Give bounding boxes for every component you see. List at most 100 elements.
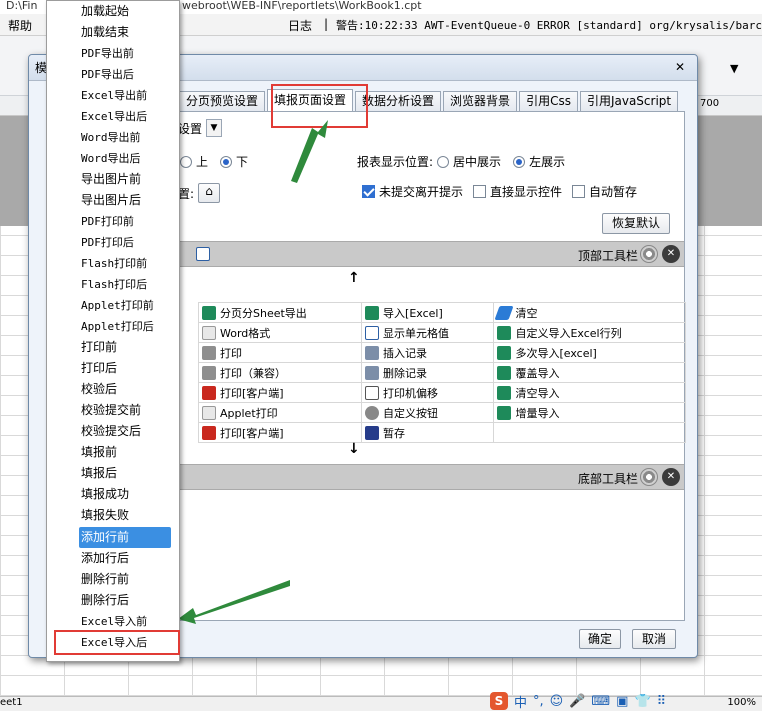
list-item[interactable]: 加载起始	[81, 1, 171, 22]
remove-icon[interactable]: ✕	[662, 468, 680, 486]
radio-center[interactable]	[437, 155, 450, 168]
ime-toolbar[interactable]: S 中 °, ☺ 🎤 ⌨ ▣ 👕 ⠿	[490, 691, 666, 711]
arrow-down-icon[interactable]: ↓	[348, 441, 360, 457]
excel-icon	[202, 305, 216, 320]
radio-bottom[interactable]	[220, 155, 233, 168]
grid-cell[interactable]: 导入[Excel]	[361, 302, 495, 323]
bottom-toolbar-label: 底部工具栏	[577, 472, 638, 486]
list-item[interactable]: Flash打印后	[81, 274, 171, 295]
grid-cell[interactable]: 自定义按钮	[361, 402, 495, 423]
icon-position-label: 置:	[178, 186, 195, 201]
grid-cell[interactable]: Applet打印	[197, 402, 363, 423]
list-item[interactable]: 校验提交前	[81, 400, 171, 421]
grid-cell[interactable]: 覆盖导入	[493, 362, 686, 383]
list-item[interactable]: 校验提交后	[81, 421, 171, 442]
grid-cell[interactable]: Word格式	[197, 322, 363, 343]
ime-emoji-icon[interactable]: ☺	[550, 694, 564, 709]
close-icon[interactable]: ✕	[671, 59, 689, 75]
grid-cell[interactable]: 多次导入[excel]	[493, 342, 686, 363]
tab-css[interactable]: 引用Css	[519, 91, 578, 112]
list-item[interactable]: 删除行后	[81, 590, 171, 611]
list-item[interactable]: PDF打印后	[81, 232, 171, 253]
remove-icon[interactable]: ✕	[662, 245, 680, 263]
list-item[interactable]: PDF导出后	[81, 64, 171, 85]
ime-skin-icon[interactable]: 👕	[634, 694, 650, 709]
grid-cell[interactable]: 显示单元格值	[361, 322, 495, 343]
ime-toolbox-icon[interactable]: ▣	[616, 694, 628, 709]
radio-left[interactable]	[513, 155, 526, 168]
grid-cell[interactable]: 增量导入	[493, 402, 686, 423]
list-item[interactable]: 填报后	[81, 463, 171, 484]
list-item[interactable]: 导出图片后	[81, 190, 171, 211]
list-item[interactable]: 填报前	[81, 442, 171, 463]
setting-dropdown[interactable]: 设置 ▼	[178, 119, 223, 137]
toolbar-edit-icon[interactable]	[196, 247, 210, 261]
grid-cell[interactable]: 清空	[493, 302, 686, 323]
cancel-button[interactable]: 取消	[632, 629, 676, 649]
restore-default-button[interactable]: 恢复默认	[602, 213, 670, 234]
list-item[interactable]: 校验后	[81, 379, 171, 400]
list-item[interactable]: 填报失败	[81, 505, 171, 526]
radio-bottom-label: 下	[236, 155, 249, 169]
list-item[interactable]: PDF打印前	[81, 211, 171, 232]
gear-icon[interactable]	[640, 468, 658, 486]
menu-log[interactable]: 日志	[288, 17, 312, 34]
list-item[interactable]: 导出图片前	[81, 169, 171, 190]
list-item[interactable]: Applet打印后	[81, 316, 171, 337]
grid-cell[interactable]: 打印（兼容）	[197, 362, 363, 383]
ime-menu-icon[interactable]: ⠿	[657, 694, 667, 709]
grid-cell[interactable]: 自定义导入Excel行列	[493, 322, 686, 343]
chevron-down-icon[interactable]: ▼	[206, 119, 223, 137]
list-item[interactable]: Applet打印前	[81, 295, 171, 316]
bottom-toolbar-strip[interactable]: 底部工具栏 ✕	[178, 464, 684, 490]
grid-cell[interactable]: 分页分Sheet导出	[197, 302, 363, 323]
grid-cell[interactable]: 清空导入	[493, 382, 686, 403]
arrow-up-icon[interactable]: ↑	[348, 270, 360, 286]
check-unsubmitted[interactable]	[362, 185, 375, 198]
tab-browser-background[interactable]: 浏览器背景	[443, 91, 518, 112]
grid-cell[interactable]: 打印	[197, 342, 363, 363]
list-item[interactable]: 打印后	[81, 358, 171, 379]
option-checkboxes: 未提交离开提示 直接显示控件 自动暂存	[362, 183, 637, 200]
list-item[interactable]: Flash打印前	[81, 253, 171, 274]
list-item-highlighted[interactable]: Excel导入后	[54, 630, 180, 655]
tab-page-preview[interactable]: 分页预览设置	[179, 91, 266, 112]
zoom-level[interactable]: 100%	[727, 697, 756, 708]
list-item[interactable]: Word导出后	[81, 148, 171, 169]
grid-cell[interactable]: 暂存	[361, 422, 495, 443]
grid-cell[interactable]: 打印[客户端]	[197, 382, 363, 403]
list-item-selected[interactable]: 添加行前	[79, 527, 171, 548]
grid-cell[interactable]: 插入记录	[361, 342, 495, 363]
list-item[interactable]: PDF导出前	[81, 43, 171, 64]
ok-button[interactable]: 确定	[579, 629, 621, 649]
menu-help[interactable]: 帮助	[8, 17, 32, 34]
sogou-icon[interactable]: S	[490, 692, 508, 710]
check-autosave[interactable]	[572, 185, 586, 198]
top-toolbar-strip[interactable]: 顶部工具栏 ✕	[178, 241, 684, 267]
check-direct-widget[interactable]	[473, 185, 487, 198]
grid-cell[interactable]: 打印[客户端]	[197, 422, 363, 443]
ime-chinese-icon[interactable]: 中	[514, 692, 527, 711]
excel-icon	[497, 325, 512, 340]
gear-icon[interactable]	[640, 245, 658, 263]
ime-punct-icon[interactable]: °,	[533, 694, 544, 709]
grid-cell[interactable]: 删除记录	[361, 362, 495, 383]
list-item[interactable]: 添加行后	[81, 548, 171, 569]
grid-cell[interactable]: 打印机偏移	[361, 382, 495, 403]
filter-icon[interactable]: ▼	[730, 62, 738, 75]
radio-top[interactable]	[180, 155, 192, 168]
list-item[interactable]: Word导出前	[81, 127, 171, 148]
ime-keyboard-icon[interactable]: ⌨	[591, 694, 610, 709]
list-item[interactable]: 填报成功	[81, 484, 171, 505]
list-item[interactable]: 删除行前	[81, 569, 171, 590]
tab-javascript[interactable]: 引用JavaScript	[579, 91, 679, 112]
list-item[interactable]: 打印前	[81, 337, 171, 358]
table-row: 分页分Sheet导出 导入[Excel] 清空	[197, 302, 686, 323]
list-item[interactable]: 加载结束	[81, 22, 171, 43]
ime-mic-icon[interactable]: 🎤	[569, 694, 585, 709]
sheet-tab[interactable]: eet1	[0, 697, 23, 708]
list-item[interactable]: Excel导出后	[81, 106, 171, 127]
paint-bucket-icon[interactable]: ⌂	[198, 183, 221, 203]
list-item[interactable]: Excel导入前	[81, 611, 171, 632]
list-item[interactable]: Excel导出前	[81, 85, 171, 106]
